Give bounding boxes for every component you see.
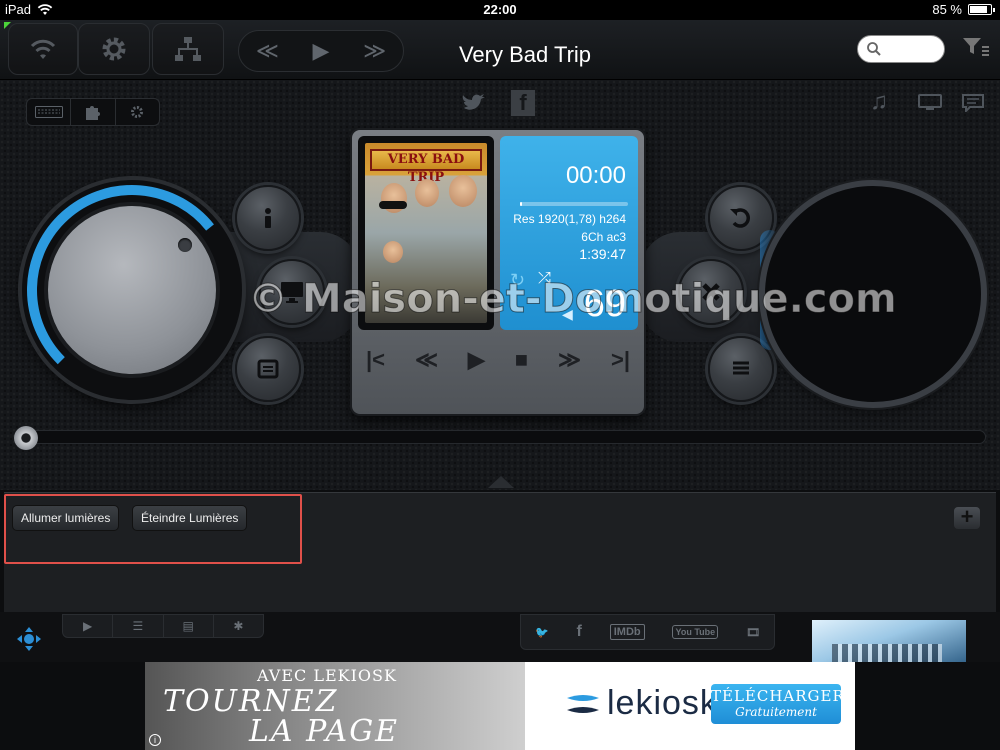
gear-icon (102, 37, 126, 61)
seek-bar[interactable] (18, 430, 986, 444)
youtube-icon[interactable]: You Tube (672, 625, 719, 639)
poster-face (415, 179, 439, 207)
filter-icon[interactable] (962, 36, 990, 58)
panel-handle[interactable] (488, 476, 514, 488)
mode-switch (26, 98, 160, 126)
rewind-icon[interactable]: ≪ (256, 38, 279, 64)
keyboard-mode-button[interactable] (27, 99, 72, 125)
play-icon[interactable]: ▶ (63, 615, 114, 637)
ad-download-button[interactable]: TÉLÉCHARGER Gratuitement (711, 684, 845, 724)
ad-cta-line2: Gratuitement (735, 705, 817, 719)
knob-indicator (178, 238, 192, 252)
add-command-button[interactable]: + (954, 506, 980, 529)
poster-sunglasses (379, 201, 407, 209)
playback-progress (520, 202, 628, 206)
ad-pretitle: AVEC LEKIOSK (257, 666, 397, 685)
network-button[interactable] (152, 23, 224, 75)
menu-button[interactable] (235, 336, 301, 402)
lower-bar: ▶ ☰ ▤ ✱ 🐦 f IMDb You Tube 🎞 (0, 612, 1000, 662)
menu-icon (257, 359, 279, 379)
twitter-icon[interactable]: 🐦 (535, 626, 549, 639)
watermark: © Maison-et-Domotique.com (248, 276, 898, 323)
ad-info-icon[interactable]: i (149, 734, 161, 746)
network-icon (175, 37, 201, 61)
volume-knob[interactable] (48, 206, 216, 374)
highlight-box (4, 494, 302, 564)
play-icon[interactable]: ▶ (313, 38, 330, 64)
search-icon (867, 42, 881, 56)
info-button[interactable] (235, 185, 301, 251)
small-gear-icon (131, 106, 144, 118)
settings-button[interactable] (78, 23, 150, 75)
chat-icon[interactable] (962, 94, 984, 112)
transport-controls: |< ≪ ▶ ■ ≫ >| (360, 342, 636, 378)
page-title: Very Bad Trip (458, 42, 592, 67)
ad-brand: lekiosk (607, 684, 718, 722)
facebook-icon[interactable]: f (577, 623, 582, 641)
keyboard-icon (34, 106, 63, 118)
play-icon[interactable]: ▶ (468, 347, 485, 373)
audio-format: 6Ch ac3 (581, 230, 626, 244)
poster-face (449, 175, 477, 207)
now-playing-panel: VERY BAD TRIP 00:00 Res 1920(1,78) h264 … (352, 130, 644, 414)
stop-icon[interactable]: ■ (515, 347, 528, 373)
seek-thumb[interactable] (14, 426, 38, 450)
clock: 22:00 (483, 2, 517, 17)
poster-title: VERY BAD TRIP (370, 149, 482, 185)
wifi-signal-icon (30, 39, 56, 59)
gear-icon[interactable]: ✱ (214, 615, 263, 637)
lekiosk-logo-icon (567, 695, 599, 713)
film-icon[interactable]: 🎞 (746, 626, 760, 639)
battery-icon (968, 4, 995, 15)
fast-forward-icon[interactable]: ≫ (558, 347, 581, 373)
ad-headline-2: LA PAGE (249, 714, 400, 749)
info-icon (265, 208, 271, 228)
lower-toolbar: ▶ ☰ ▤ ✱ (62, 614, 264, 638)
addons-mode-button[interactable] (71, 99, 116, 125)
media-thumbnail[interactable] (812, 620, 966, 662)
top-toolbar: ≪ ▶ ≫ Very Bad Trip (0, 20, 1000, 80)
rewind-icon[interactable]: ≪ (415, 347, 438, 373)
status-bar: iPad 22:00 85 % (0, 0, 1000, 20)
lower-info-bar: 🐦 f IMDb You Tube 🎞 (520, 614, 775, 650)
battery-percent: 85 % (932, 2, 962, 17)
video-resolution: Res 1920(1,78) h264 (513, 212, 626, 226)
total-duration: 1:39:47 (579, 246, 626, 262)
imdb-icon[interactable]: IMDb (609, 624, 645, 640)
elapsed-time: 00:00 (565, 162, 626, 189)
undo-icon (730, 208, 750, 228)
advertisement-banner[interactable]: AVEC LEKIOSK TOURNEZ LA PAGE i lekiosk T… (145, 662, 855, 750)
puzzle-icon (85, 106, 100, 120)
skip-next-icon[interactable]: >| (611, 347, 630, 373)
ad-cta-line1: TÉLÉCHARGER (711, 687, 845, 705)
twitter-icon[interactable] (462, 92, 488, 114)
thumbnail-figures (832, 644, 942, 662)
facebook-icon[interactable]: f (511, 90, 535, 116)
poster-face (383, 241, 403, 263)
queue-icon[interactable]: ☰ (113, 615, 164, 637)
wifi-button[interactable] (8, 23, 78, 75)
config-mode-button[interactable] (116, 99, 159, 125)
music-icon[interactable]: ♫ (870, 88, 888, 116)
list-icon (733, 361, 749, 375)
search-input[interactable] (857, 35, 945, 63)
skip-previous-icon[interactable]: |< (366, 347, 385, 373)
library-icon[interactable]: ▤ (164, 615, 214, 637)
tv-icon[interactable] (918, 94, 942, 110)
navigation-pad-icon[interactable] (16, 626, 42, 652)
